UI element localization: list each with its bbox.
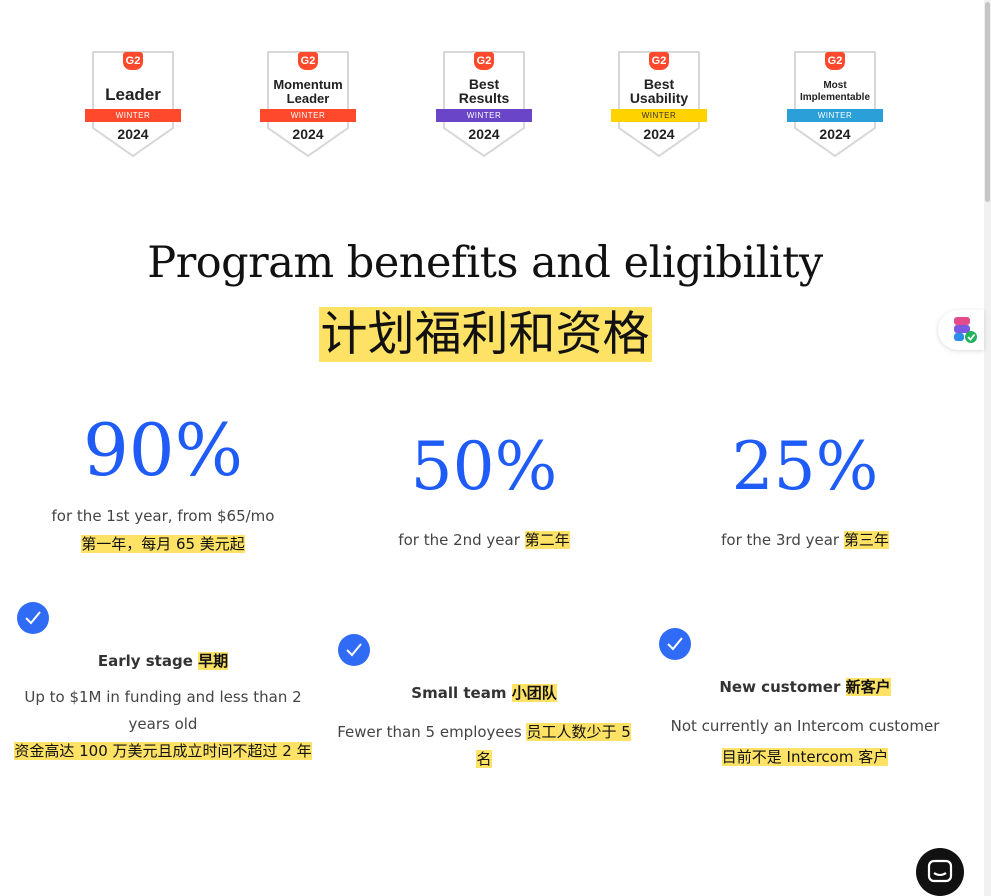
badge-ribbon: WINTER: [115, 111, 151, 120]
criteria-title-cn: 小团队: [511, 684, 557, 702]
stat-desc: for the 3rd year: [721, 531, 840, 549]
stat-desc: for the 2nd year: [398, 531, 520, 549]
criteria-title-line: Early stage 早期: [13, 650, 313, 671]
badge-title: Momentum Leader: [273, 77, 343, 106]
criteria-early-stage: Early stage 早期 Up to $1M in funding and …: [13, 650, 313, 765]
check-circle-icon: [17, 602, 49, 634]
badge-ribbon: WINTER: [290, 111, 326, 120]
criteria-body: Up to $1M in funding and less than 2 yea…: [24, 688, 302, 733]
criteria-title: New customer: [719, 678, 841, 696]
stat-second-year: 50% for the 2nd year 第二年: [324, 425, 644, 550]
award-badges: G2 Leader WINTER 2024 G2 Momentum Leader…: [0, 50, 980, 160]
badge-momentum-leader: G2 Momentum Leader WINTER 2024: [260, 50, 356, 160]
criteria-body: Fewer than 5 employees: [337, 723, 522, 741]
stat-third-year: 25% for the 3rd year 第三年: [645, 425, 965, 550]
stat-desc-line: for the 3rd year 第三年: [645, 529, 965, 550]
section-title-cn-text: 计划福利和资格: [318, 307, 652, 362]
stat-desc: for the 1st year, from $65/mo: [51, 507, 275, 525]
badge-year: 2024: [643, 126, 675, 142]
criteria-title: Small team: [411, 684, 507, 702]
scrollbar[interactable]: [984, 0, 991, 896]
badge-most-implementable: G2 Most Implementable WINTER 2024: [787, 50, 883, 160]
badge-ribbon: WINTER: [817, 111, 853, 120]
criteria-title: Early stage: [97, 652, 193, 670]
badge-title: Best Results: [458, 76, 510, 106]
scrollbar-thumb[interactable]: [985, 2, 990, 202]
stat-desc-line: for the 2nd year 第二年: [324, 529, 644, 550]
criteria-title-line: New customer 新客户: [655, 676, 955, 697]
stat-percent: 90%: [82, 408, 244, 492]
criteria-small-team: Small team 小团队 Fewer than 5 employees 员工…: [334, 682, 634, 773]
badge-year: 2024: [819, 126, 851, 142]
badge-title: Best Usability: [629, 76, 689, 106]
chat-bubble-icon: [927, 859, 953, 883]
badge-ribbon: WINTER: [641, 111, 677, 120]
badge-title: Leader: [105, 85, 161, 104]
g2-logo-icon: G2: [649, 52, 669, 70]
stat-desc-cn: 第二年: [524, 531, 570, 549]
badge-year: 2024: [292, 126, 324, 142]
badge-year: 2024: [117, 126, 149, 142]
criteria-new-customer: New customer 新客户 Not currently an Interc…: [655, 676, 955, 771]
check-circle-icon: [659, 628, 691, 660]
badge-best-usability: G2 Best Usability WINTER 2024: [611, 50, 707, 160]
section-title-cn: 计划福利和资格: [0, 295, 970, 364]
criteria-title-line: Small team 小团队: [334, 682, 634, 703]
stat-desc-cn: 第一年，每月 65 美元起: [81, 535, 245, 553]
stat-desc-cn: 第三年: [843, 531, 889, 549]
g2-logo-icon: G2: [474, 52, 494, 70]
chat-launcher-button[interactable]: [916, 848, 964, 896]
section-title: Program benefits and eligibility: [147, 238, 823, 288]
badge-leader: G2 Leader WINTER 2024: [85, 50, 181, 160]
criteria-title-cn: 新客户: [845, 678, 891, 696]
badge-year: 2024: [468, 126, 500, 142]
extension-icon[interactable]: [938, 310, 984, 350]
check-circle-icon: [338, 634, 370, 666]
criteria-body-cn: 目前不是 Intercom 客户: [721, 748, 889, 766]
badge-title: Most Implementable: [799, 80, 871, 103]
criteria-body: Not currently an Intercom customer: [670, 717, 940, 735]
criteria-title-cn: 早期: [198, 652, 229, 670]
stat-first-year: 90% for the 1st year, from $65/mo 第一年，每月…: [3, 405, 323, 554]
g2-logo-icon: G2: [298, 52, 318, 70]
g2-logo-icon: G2: [825, 52, 845, 70]
badge-best-results: G2 Best Results WINTER 2024: [436, 50, 532, 160]
badge-ribbon: WINTER: [466, 111, 502, 120]
criteria-body-line: Fewer than 5 employees 员工人数少于 5 名: [334, 719, 634, 773]
g2-logo-icon: G2: [123, 52, 143, 70]
criteria-body-cn: 资金高达 100 万美元且成立时间不超过 2 年: [14, 742, 312, 760]
stat-percent: 50%: [410, 428, 558, 505]
stat-percent: 25%: [731, 428, 879, 505]
